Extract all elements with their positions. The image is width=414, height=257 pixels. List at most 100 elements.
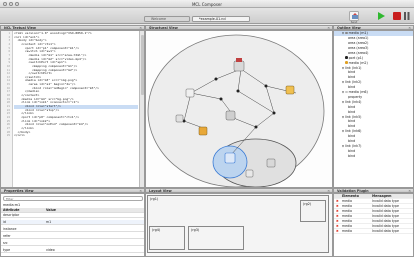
expand-triangle-icon[interactable]: ▼	[342, 32, 344, 37]
outline-item-label: area (area3)	[348, 45, 369, 50]
attribute-value[interactable]: m1	[46, 220, 51, 225]
outline-item-label: bind	[348, 85, 356, 90]
outline-item[interactable]: ▼ media (m1)	[342, 31, 368, 36]
outline-item[interactable]: area (area1)	[348, 36, 368, 41]
structural-canvas[interactable]	[145, 30, 333, 188]
error-message: Invalid data type	[372, 204, 399, 208]
outline-item[interactable]: area (area3)	[348, 46, 368, 51]
node-type-icon	[345, 56, 348, 59]
pause-button[interactable]	[404, 12, 410, 20]
outline-item[interactable]: bind	[348, 139, 355, 144]
outline-item[interactable]: area (area2)	[348, 41, 368, 46]
attribute-name: refer	[3, 234, 11, 238]
property-row[interactable]: type video	[1, 248, 144, 253]
validation-row[interactable]: ✖ media Invalid data type	[334, 199, 413, 204]
attribute-name: id	[3, 220, 6, 224]
property-row[interactable]: refer	[1, 234, 144, 239]
property-row[interactable]: instance	[1, 227, 144, 232]
media-node-m4	[175, 114, 184, 123]
expand-triangle-icon[interactable]: ▼	[342, 81, 344, 86]
expand-triangle-icon[interactable]: ▼	[342, 145, 344, 150]
outline-item[interactable]: ▼link (lnk7)	[342, 144, 361, 149]
node-type-icon	[345, 90, 348, 94]
scrollbar-thumb[interactable]	[141, 35, 144, 95]
error-message: Invalid data type	[372, 199, 399, 203]
tab-label: Welcome	[151, 17, 167, 21]
outline-item[interactable]: media (m2)	[345, 61, 368, 66]
outline-item[interactable]: bind	[348, 154, 355, 159]
minimize-window-button[interactable]	[9, 2, 13, 6]
region-rg2[interactable]: (rg2)	[300, 200, 326, 222]
validation-row[interactable]: ✖ media Invalid data type	[334, 219, 413, 224]
validation-row[interactable]: ✖ media Invalid data type	[334, 214, 413, 219]
outline-item[interactable]: ▼ media (m6)	[342, 90, 368, 95]
editor-scrollbar[interactable]	[139, 31, 144, 187]
stop-button[interactable]	[393, 12, 401, 20]
tab-welcome[interactable]: Welcome	[144, 16, 190, 22]
outline-item[interactable]: bind	[348, 75, 355, 80]
outline-item[interactable]: area (area4)	[348, 51, 368, 56]
outline-item[interactable]: ▼link (lnk2)	[342, 80, 361, 85]
outline-item[interactable]: bind	[348, 110, 355, 115]
tab-example-01[interactable]: *example-01.ncl	[192, 16, 250, 22]
expand-triangle-icon[interactable]: ▼	[342, 116, 344, 121]
property-row[interactable]: src	[1, 241, 144, 246]
validation-row[interactable]: ✖ media Invalid data type	[334, 209, 413, 214]
outline-item[interactable]: port (p1)	[345, 56, 363, 61]
outline-item[interactable]: ▼link (lnk4)	[342, 100, 361, 105]
line-number: 29	[6, 134, 10, 138]
outline-item[interactable]: bind	[348, 134, 355, 139]
region-rg4[interactable]: (rg4)	[149, 226, 185, 250]
outline-item-label: bind	[348, 153, 356, 158]
code-line[interactable]: </ncl>	[14, 134, 138, 138]
attribute-value[interactable]: video	[46, 248, 55, 253]
expand-triangle-icon[interactable]: ▼	[342, 91, 344, 96]
toolbar: Welcome *example-01.ncl Send	[0, 8, 414, 24]
expand-triangle-icon[interactable]: ▼	[342, 130, 344, 135]
error-icon: ✖	[336, 204, 339, 208]
error-message: Invalid data type	[372, 229, 399, 233]
properties-filter-input[interactable]	[3, 196, 143, 201]
outline-item[interactable]: property	[348, 95, 362, 100]
validation-row[interactable]: ✖ media Invalid data type	[334, 204, 413, 209]
element-column-header: Elemento	[342, 194, 359, 198]
error-element: media	[342, 209, 352, 213]
layout-canvas[interactable]: (rg1) (rg2) (rg4) (rg3)	[145, 193, 333, 257]
run-button[interactable]	[377, 11, 386, 21]
outline-item[interactable]: bind	[348, 149, 355, 154]
error-icon: ✖	[336, 199, 339, 203]
outline-item[interactable]: bind	[348, 105, 355, 110]
region-rg3[interactable]: (rg3)	[188, 226, 244, 250]
pause-icon	[404, 12, 410, 20]
code-editor[interactable]: 1 <?xml version="1.0" encoding="ISO-8859-…	[0, 30, 145, 188]
properties-panel: media:m1 Attribute Value descriptoridm1i…	[0, 193, 145, 257]
outline-item[interactable]: bind	[348, 119, 355, 124]
outline-item[interactable]: bind	[348, 124, 355, 129]
outline-item[interactable]: ▼link (lnk6)	[342, 129, 361, 134]
validation-row[interactable]: ✖ media Invalid data type	[334, 229, 413, 234]
send-label: Send	[350, 21, 358, 24]
expand-triangle-icon[interactable]: ▼	[342, 101, 344, 106]
outline-tree[interactable]: ▼ media (m1) area (area1) area (area2) area …	[333, 30, 414, 188]
outline-item-label: bind	[348, 104, 356, 109]
property-row[interactable]: descriptor	[1, 213, 144, 218]
expand-triangle-icon[interactable]: ▼	[342, 67, 344, 72]
media-node	[245, 169, 254, 178]
send-button[interactable]	[349, 11, 359, 21]
close-window-button[interactable]	[3, 2, 7, 6]
outline-item[interactable]: bind	[348, 70, 355, 75]
outline-item-label: bind	[348, 119, 356, 124]
outline-item[interactable]: bind	[348, 85, 355, 90]
error-message: Invalid data type	[372, 224, 399, 228]
selected-element-label: media:m1	[3, 203, 21, 207]
outline-item[interactable]: ▼link (lnk5)	[342, 115, 361, 120]
zoom-window-button[interactable]	[15, 2, 19, 6]
outline-item[interactable]: ▼link (lnk1)	[342, 66, 361, 71]
media-node	[266, 158, 276, 168]
validation-row[interactable]: ✖ media Invalid data type	[334, 224, 413, 229]
outline-item-label: bind	[348, 134, 356, 139]
property-row[interactable]: id m1	[1, 220, 144, 225]
attribute-name: src	[3, 241, 8, 245]
outline-item-label: media (m6)	[348, 90, 368, 94]
error-message: Invalid data type	[372, 214, 399, 218]
